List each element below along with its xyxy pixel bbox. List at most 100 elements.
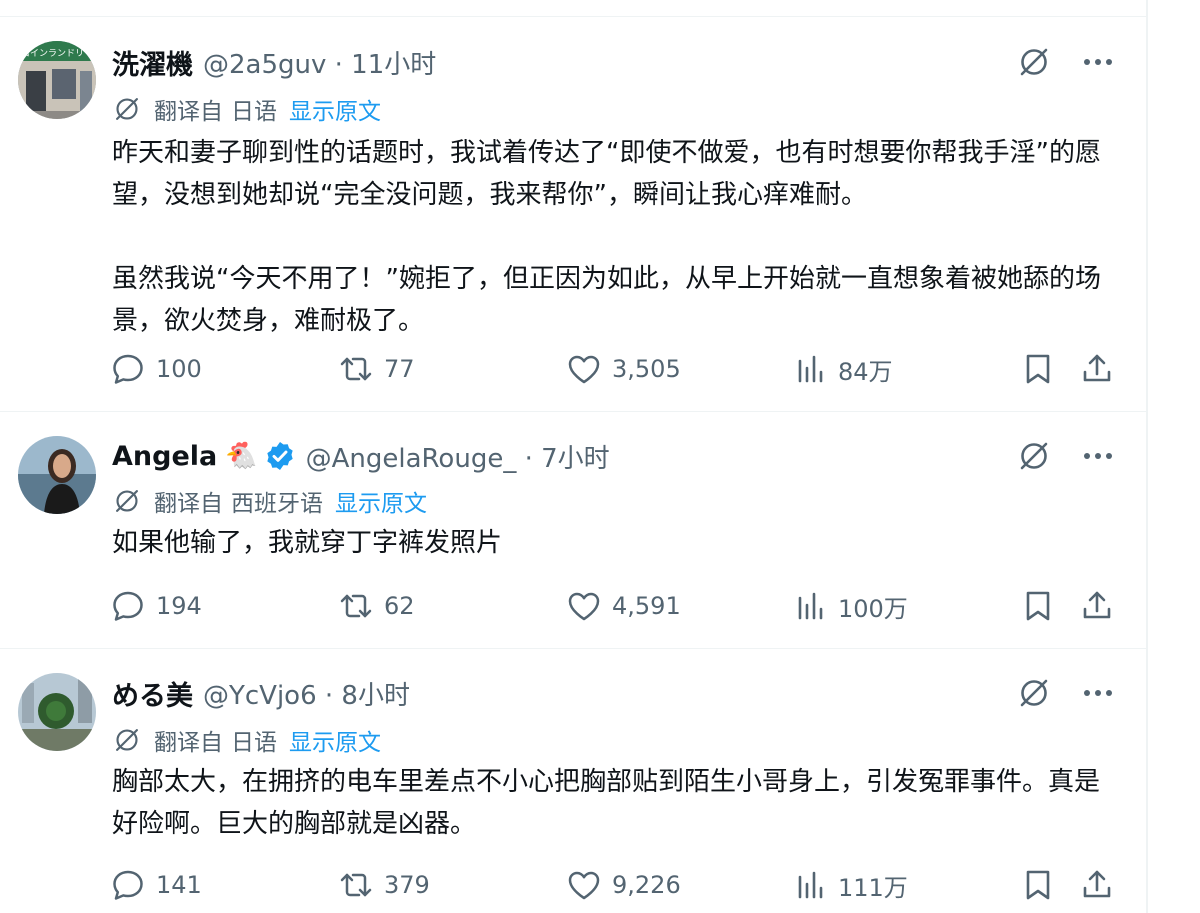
bookmark-button[interactable] [1022,584,1064,628]
tweet-actions: 141 379 9,226 111万 [110,863,1120,907]
retweet-icon [340,357,372,381]
translated-from-label: 翻译自 [154,730,223,756]
bookmark-button[interactable] [1022,863,1064,907]
share-button[interactable] [1080,347,1124,391]
like-count: 3,505 [612,355,681,383]
bookmark-icon [1026,591,1050,621]
bookmark-icon [1026,354,1050,384]
display-name[interactable]: Angela [112,441,217,472]
grok-icon[interactable] [1016,438,1052,474]
retweet-icon [340,873,372,897]
handle-and-time[interactable]: @YcVjo6 · 8小时 [203,675,410,712]
tweet-actions: 194 62 4,591 100万 [110,584,1120,628]
views-icon [798,355,823,383]
tweet-paragraph: 如果他输了，我就穿丁字裤发照片 [112,528,503,558]
handle-and-time[interactable]: @2a5guv · 11小时 [203,44,436,81]
views-count: 100万 [838,594,908,623]
display-name[interactable]: める美 [112,674,193,713]
views-count: 111万 [838,873,908,902]
tweet-text: 如果他输了，我就穿丁字裤发照片 [112,522,1122,564]
tweet-paragraph: 昨天和妻子聊到性的话题时，我试着传达了“即使不做爱，也有时想要你帮我手淫”的愿望… [112,138,1101,210]
tweet-text: 昨天和妻子聊到性的话题时，我试着传达了“即使不做爱，也有时想要你帮我手淫”的愿望… [112,132,1122,342]
like-count: 4,591 [612,592,681,620]
heart-icon [568,871,600,900]
grok-icon[interactable] [1016,675,1052,711]
timeline-border [1146,0,1148,913]
avatar[interactable]: コインランドリー [18,41,96,119]
translation-bar: 翻译自 日语 显示原文 [112,90,381,128]
avatar[interactable] [18,673,96,751]
reply-count: 194 [156,592,202,620]
tweet-2[interactable]: Angela 🐔 @AngelaRouge_ · 7小时 翻译自 西班牙语 显示… [0,412,1146,649]
share-button[interactable] [1080,863,1124,907]
retweet-icon [340,594,372,618]
more-options-icon[interactable] [1080,44,1116,80]
translation-bar: 翻译自 西班牙语 显示原文 [112,482,427,520]
show-original-link[interactable]: 显示原文 [335,484,427,518]
reply-button[interactable]: 100 [110,347,202,391]
grok-icon[interactable] [1016,44,1052,80]
views-button[interactable]: 111万 [796,863,908,907]
like-button[interactable]: 3,505 [566,347,681,391]
translate-icon [112,94,142,124]
tweet-header: Angela 🐔 @AngelaRouge_ · 7小时 [112,434,610,478]
tweet-paragraph: 胸部太大，在拥挤的电车里差点不小心把胸部贴到陌生小哥身上，引发冤罪事件。真是好险… [112,767,1101,839]
share-icon [1083,870,1111,898]
verified-badge-icon[interactable] [264,440,296,472]
like-button[interactable]: 9,226 [566,863,681,907]
svg-text:コインランドリー: コインランドリー [21,48,93,59]
more-options-icon[interactable] [1080,675,1116,711]
views-button[interactable]: 84万 [796,347,893,391]
translated-from-label: 翻译自 [154,99,223,125]
share-icon [1083,354,1111,382]
show-original-link[interactable]: 显示原文 [289,723,381,757]
bookmark-icon [1026,870,1050,900]
reply-icon [113,870,143,900]
retweet-button[interactable]: 62 [338,584,415,628]
retweet-count: 62 [384,592,415,620]
reply-button[interactable]: 194 [110,584,202,628]
heart-icon [568,355,600,384]
like-count: 9,226 [612,871,681,899]
retweet-button[interactable]: 379 [338,863,430,907]
retweet-count: 77 [384,355,415,383]
tweet-header: 洗濯機 @2a5guv · 11小时 [112,40,436,84]
show-original-link[interactable]: 显示原文 [289,92,381,126]
source-language: 日语 [231,730,277,756]
avatar[interactable] [18,436,96,514]
tweet-header: める美 @YcVjo6 · 8小时 [112,671,410,715]
reply-count: 141 [156,871,202,899]
chicken-emoji: 🐔 [225,441,258,471]
bookmark-button[interactable] [1022,347,1064,391]
more-options-icon[interactable] [1080,438,1116,474]
tweet-header-actions [1016,44,1116,80]
heart-icon [568,592,600,621]
retweet-button[interactable]: 77 [338,347,415,391]
translate-icon [112,486,142,516]
source-language: 西班牙语 [231,491,323,517]
translation-bar: 翻译自 日语 显示原文 [112,721,381,759]
reply-icon [113,354,143,384]
tweet-3[interactable]: める美 @YcVjo6 · 8小时 翻译自 日语 显示原文 胸部太大，在拥挤的电… [0,649,1146,913]
tweet-header-actions [1016,675,1116,711]
reply-icon [113,591,143,621]
views-count: 84万 [838,357,893,386]
display-name[interactable]: 洗濯機 [112,43,193,82]
like-button[interactable]: 4,591 [566,584,681,628]
tweet-header-actions [1016,438,1116,474]
tweet-text: 胸部太大，在拥挤的电车里差点不小心把胸部贴到陌生小哥身上，引发冤罪事件。真是好险… [112,761,1122,845]
views-icon [798,592,823,620]
top-divider [0,0,1146,17]
share-button[interactable] [1080,584,1124,628]
reply-button[interactable]: 141 [110,863,202,907]
views-icon [798,871,823,899]
source-language: 日语 [231,99,277,125]
tweet-1[interactable]: コインランドリー 洗濯機 @2a5guv · 11小时 翻译自 日语 显示原文 … [0,16,1146,412]
tweet-actions: 100 77 3,505 84万 [110,347,1120,391]
retweet-count: 379 [384,871,430,899]
translate-icon [112,725,142,755]
handle-and-time[interactable]: @AngelaRouge_ · 7小时 [306,438,610,475]
translated-from-label: 翻译自 [154,491,223,517]
views-button[interactable]: 100万 [796,584,908,628]
reply-count: 100 [156,355,202,383]
